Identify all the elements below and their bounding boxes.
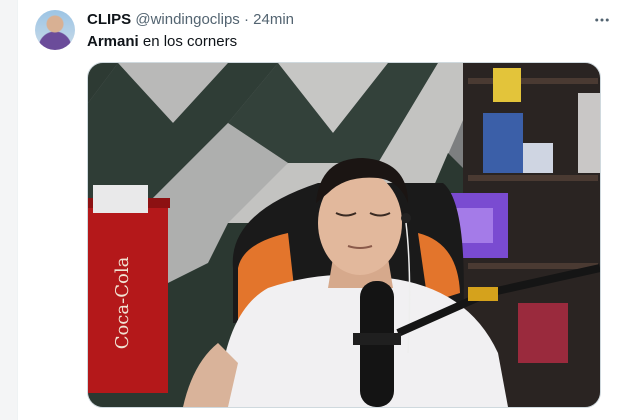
separator-dot: ·	[243, 11, 249, 28]
tweet-card[interactable]: CLIPS @windingoclips · 24min Armani en l…	[17, 0, 627, 420]
video-frame: Coca-Cola	[88, 63, 600, 407]
more-options-icon[interactable]	[592, 10, 612, 30]
tweet-text-bold: Armani	[87, 33, 139, 50]
tweet-text-rest: en los corners	[138, 33, 238, 50]
timestamp[interactable]: 24min	[253, 11, 294, 28]
tweet-text: Armani en los corners	[87, 32, 237, 52]
tweet-header: CLIPS @windingoclips · 24min	[87, 10, 294, 30]
display-name[interactable]: CLIPS	[87, 11, 131, 28]
user-handle[interactable]: @windingoclips	[135, 11, 239, 28]
fridge-brand: Coca-Cola	[112, 256, 133, 349]
tweet-media[interactable]: Coca-Cola	[87, 62, 601, 408]
avatar[interactable]	[35, 10, 75, 50]
